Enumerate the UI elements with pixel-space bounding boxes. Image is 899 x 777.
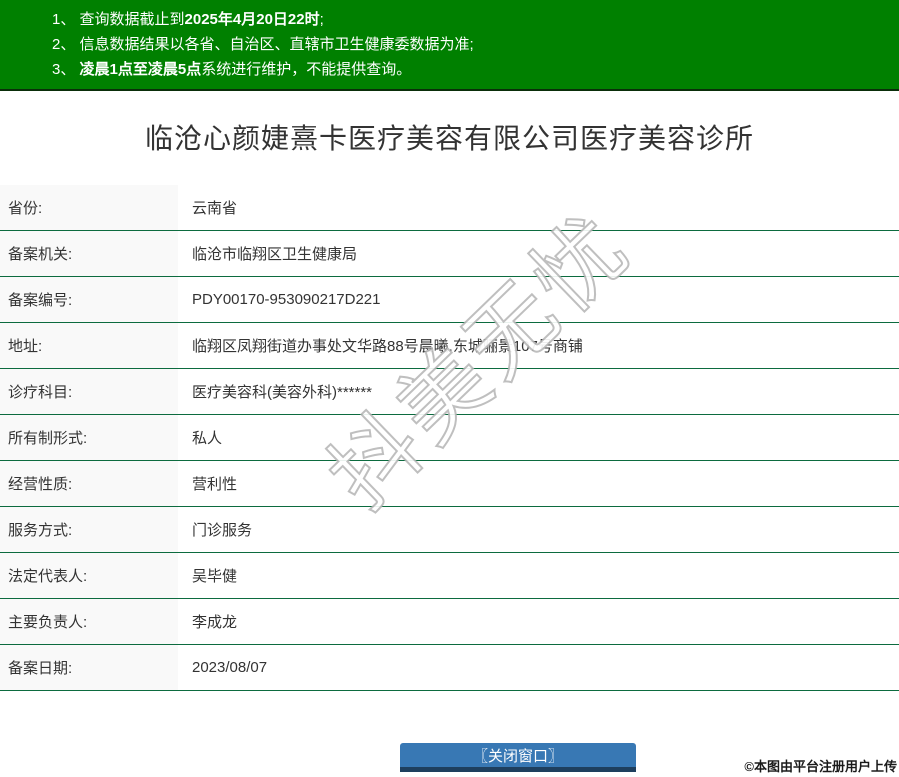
row-value: 吴毕健 [192, 568, 238, 585]
row-value: 云南省 [192, 200, 238, 217]
page-title: 临沧心颜婕熹卡医疗美容有限公司医疗美容诊所 [144, 123, 754, 154]
row-value: 医疗美容科(美容外科)****** [192, 384, 373, 401]
row-label: 法定代表人: [0, 553, 178, 598]
table-row: 备案编号: PDY00170-953090217D221 [0, 277, 899, 323]
info-table: 省份: 云南省 备案机关: 临沧市临翔区卫生健康局 备案编号: PDY00170-9530… [0, 185, 899, 691]
notice-line: 3、 凌晨1点至凌晨5点系统进行维护，不能提供查询。 [52, 57, 889, 82]
table-row: 备案日期: 2023/08/07 [0, 645, 899, 691]
notice-banner: 1、 查询数据截止到2025年4月20日22时; 2、 信息数据结果以各省、自治区… [0, 0, 899, 91]
table-row: 经营性质: 营利性 [0, 461, 899, 507]
row-label: 省份: [0, 185, 178, 230]
row-label: 诊疗科目: [0, 369, 178, 414]
row-value: 门诊服务 [192, 522, 253, 539]
notice-text: 系统进行维护，不能提供查询。 [201, 61, 412, 78]
notice-line: 1、 查询数据截止到2025年4月20日22时; [52, 7, 889, 32]
table-row: 诊疗科目: 医疗美容科(美容外科)****** [0, 369, 899, 415]
table-row: 省份: 云南省 [0, 185, 899, 231]
table-row: 服务方式: 门诊服务 [0, 507, 899, 553]
row-label: 地址: [0, 323, 178, 368]
row-value: 临翔区凤翔街道办事处文华路88号晨曦.东城骊景107号商铺 [192, 338, 583, 355]
notice-list: 1、 查询数据截止到2025年4月20日22时; 2、 信息数据结果以各省、自治区… [52, 7, 889, 82]
table-row: 主要负责人: 李成龙 [0, 599, 899, 645]
row-value: 临沧市临翔区卫生健康局 [192, 246, 358, 263]
row-value: 李成龙 [192, 614, 238, 631]
row-label: 备案编号: [0, 277, 178, 322]
table-row: 法定代表人: 吴毕健 [0, 553, 899, 599]
notice-text: 2、 信息数据结果以各省、自治区、直辖市卫生健康委数据为准; [52, 36, 474, 53]
table-row: 所有制形式: 私人 [0, 415, 899, 461]
row-label: 所有制形式: [0, 415, 178, 460]
row-value: 2023/08/07 [192, 659, 268, 676]
row-value: PDY00170-953090217D221 [192, 291, 381, 308]
close-window-button[interactable]: 〖关闭窗口〗 [400, 743, 636, 772]
notice-text: 3、 [52, 61, 80, 78]
notice-text-bold: 2025年4月20日22时 [184, 11, 320, 28]
row-label: 经营性质: [0, 461, 178, 506]
notice-text: 1、 查询数据截止到 [52, 11, 185, 28]
notice-text-bold: 凌晨1点至凌晨5点 [79, 61, 202, 78]
upload-credit: ©本图由平台注册用户上传 [744, 759, 897, 774]
row-value: 私人 [192, 430, 223, 447]
row-label: 主要负责人: [0, 599, 178, 644]
table-row: 地址: 临翔区凤翔街道办事处文华路88号晨曦.东城骊景107号商铺 [0, 323, 899, 369]
row-value: 营利性 [192, 476, 238, 493]
notice-text: ; [319, 11, 324, 28]
table-row: 备案机关: 临沧市临翔区卫生健康局 [0, 231, 899, 277]
row-label: 备案日期: [0, 645, 178, 690]
row-label: 服务方式: [0, 507, 178, 552]
notice-line: 2、 信息数据结果以各省、自治区、直辖市卫生健康委数据为准; [52, 32, 889, 57]
row-label: 备案机关: [0, 231, 178, 276]
